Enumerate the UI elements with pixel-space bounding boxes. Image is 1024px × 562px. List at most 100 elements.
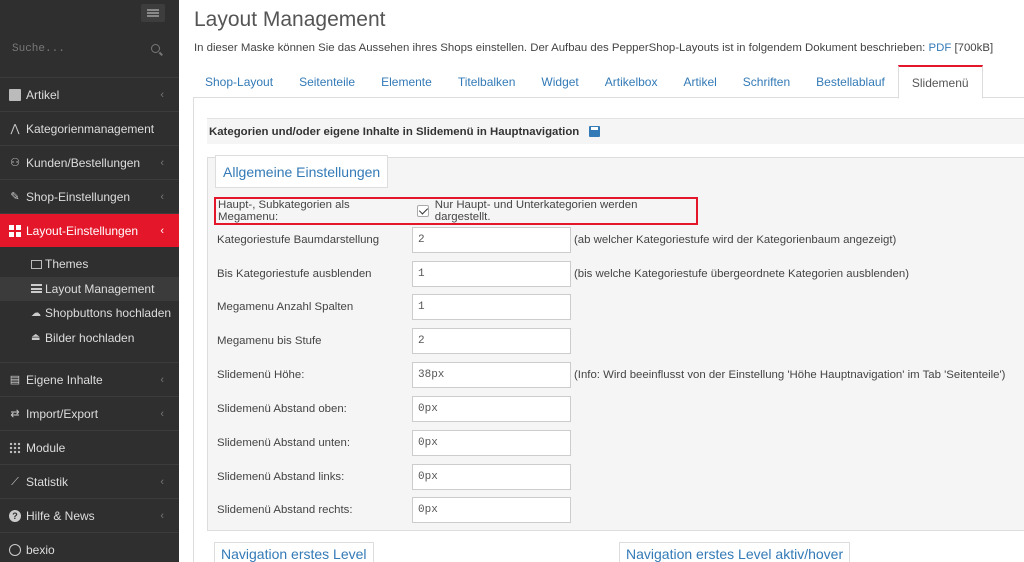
sidebar-item-hilfe[interactable]: ? Hilfe & News ‹: [0, 498, 179, 532]
fieldset-legend-navigation-level1: Navigation erstes Level: [214, 542, 374, 562]
sidebar-item-label: Module: [26, 440, 66, 455]
chevron-left-icon: ‹: [160, 408, 164, 420]
tab-schriften[interactable]: Schriften: [730, 65, 803, 98]
users-icon: ⚇: [10, 156, 20, 169]
sidebar-item-statistik[interactable]: ⟋ Statistik ‹: [0, 464, 179, 498]
sidebar-item-layout-einstellungen[interactable]: Layout-Einstellungen ‹: [0, 213, 179, 247]
sidebar-subitem-label: Themes: [45, 257, 89, 272]
chevron-left-icon: ‹: [160, 510, 164, 522]
fieldset-legend: Allgemeine Einstellungen: [215, 155, 389, 188]
field-label: Slidemenü Abstand oben:: [217, 403, 347, 415]
field-label: Megamenu bis Stufe: [217, 335, 322, 347]
section-header: Kategorien und/oder eigene Inhalte in Sl…: [207, 118, 1024, 144]
tab-bar: Shop-Layout Seitenteile Elemente Titelba…: [193, 65, 1024, 99]
list-icon: [31, 284, 42, 294]
fieldset-legend-navigation-level1-active: Navigation erstes Level aktiv/hover: [619, 542, 851, 562]
chevron-left-icon: ‹: [160, 476, 164, 488]
abstand-links-input[interactable]: [412, 464, 571, 490]
circle-icon: [9, 543, 21, 556]
field-hint: (Info: Wird beeinflusst von der Einstell…: [574, 369, 1006, 381]
slidemenu-hoehe-input[interactable]: [412, 362, 571, 388]
field-row: Megamenu bis Stufe: [217, 328, 571, 354]
field-row: Slidemenü Abstand links:: [217, 464, 571, 490]
tab-shop-layout[interactable]: Shop-Layout: [193, 65, 286, 98]
sidebar-item-eigene-inhalte[interactable]: ▤ Eigene Inhalte ‹: [0, 362, 179, 396]
search-input[interactable]: [8, 36, 170, 62]
pdf-link[interactable]: PDF: [929, 42, 952, 54]
sidebar-item-artikel[interactable]: Artikel ‹: [0, 77, 179, 111]
field-row: Megamenu Anzahl Spalten: [217, 294, 571, 320]
search-icon[interactable]: [151, 44, 160, 53]
chevron-down-icon: ‹: [160, 225, 164, 237]
intro-description: In dieser Maske können Sie das Aussehen …: [194, 42, 929, 54]
exchange-icon: ⇄: [10, 407, 20, 420]
abstand-unten-input[interactable]: [412, 430, 571, 456]
upload-icon: ⏏: [31, 332, 41, 344]
sidebar-item-import-export[interactable]: ⇄ Import/Export ‹: [0, 396, 179, 430]
sidebar-item-bexio[interactable]: bexio: [0, 532, 179, 562]
page-title: Layout Management: [194, 8, 386, 31]
abstand-rechts-input[interactable]: [412, 497, 571, 523]
sidebar-item-label: Eigene Inhalte: [26, 372, 103, 387]
sidebar-submenu: Themes Layout Management ☁ Shopbuttons h…: [0, 247, 179, 362]
field-label: Slidemenü Abstand unten:: [217, 437, 350, 449]
wrench-icon: ✎: [10, 190, 20, 203]
sidebar-item-label: Hilfe & News: [26, 508, 95, 523]
megamenu-spalten-input[interactable]: [412, 294, 571, 320]
abstand-oben-input[interactable]: [412, 396, 571, 422]
field-label: Kategoriestufe Baumdarstellung: [217, 234, 380, 246]
field-row: Kategoriestufe Baumdarstellung (ab welch…: [217, 227, 896, 253]
sidebar-search: [8, 36, 170, 62]
field-label: Bis Kategoriestufe ausblenden: [217, 268, 372, 280]
sidebar-top: [0, 0, 179, 27]
image-icon: [31, 259, 42, 269]
sidebar-item-kategorienmanagement[interactable]: ⋀ Kategorienmanagement: [0, 111, 179, 145]
cloud-icon: ☁: [31, 307, 41, 319]
sidebar-item-label: Layout-Einstellungen: [26, 223, 139, 238]
field-row: Slidemenü Abstand oben:: [217, 396, 571, 422]
tab-widget[interactable]: Widget: [528, 65, 591, 98]
intro-text: In dieser Maske können Sie das Aussehen …: [194, 42, 993, 54]
section-title: Kategorien und/oder eigene Inhalte in Sl…: [209, 125, 580, 138]
sidebar-subitem-shopbuttons[interactable]: ☁ Shopbuttons hochladen: [0, 301, 179, 326]
tab-bestellablauf[interactable]: Bestellablauf: [803, 65, 898, 98]
sidebar-item-kunden[interactable]: ⚇ Kunden/Bestellungen ‹: [0, 145, 179, 179]
help-icon: ?: [9, 509, 21, 522]
tab-seitenteile[interactable]: Seitenteile: [286, 65, 368, 98]
hamburger-menu-icon[interactable]: [141, 4, 165, 22]
field-hint: (bis welche Kategoriestufe übergeordnete…: [574, 268, 909, 280]
sidebar-item-label: Statistik: [26, 474, 69, 489]
sidebar-subitem-themes[interactable]: Themes: [0, 252, 179, 277]
field-label: Slidemenü Abstand links:: [217, 471, 345, 483]
main-content: Layout Management In dieser Maske können…: [179, 0, 1024, 562]
tab-artikelbox[interactable]: Artikelbox: [592, 65, 671, 98]
sidebar-item-label: Kunden/Bestellungen: [26, 155, 141, 170]
tab-titelbalken[interactable]: Titelbalken: [445, 65, 529, 98]
grid-icon: [9, 224, 21, 237]
field-row: Bis Kategoriestufe ausblenden (bis welch…: [217, 261, 909, 287]
field-label: Megamenu Anzahl Spalten: [217, 301, 354, 313]
megamenu-stufe-input[interactable]: [412, 328, 571, 354]
field-row: Slidemenü Abstand rechts:: [217, 497, 571, 523]
tab-elemente[interactable]: Elemente: [368, 65, 445, 98]
field-row: Slidemenü Höhe: (Info: Wird beeinflusst …: [217, 362, 1005, 388]
sidebar-item-label: Shop-Einstellungen: [26, 189, 131, 204]
megamenu-checkbox-label: Nur Haupt- und Unterkategorien werden da…: [434, 199, 638, 223]
file-icon: ▤: [9, 373, 21, 386]
sidebar-subitem-bilder[interactable]: ⏏ Bilder hochladen: [0, 326, 179, 351]
save-icon[interactable]: [589, 126, 601, 137]
general-settings-fieldset: Allgemeine Einstellungen Haupt-, Subkate…: [207, 155, 1024, 531]
tab-slidemenu[interactable]: Slidemenü: [897, 65, 983, 99]
box-icon: [9, 88, 21, 101]
tab-artikel[interactable]: Artikel: [670, 65, 729, 98]
megamenu-checkbox[interactable]: [416, 205, 429, 217]
chevron-left-icon: ‹: [160, 157, 164, 169]
kategoriestufe-ausblenden-input[interactable]: [412, 261, 571, 287]
tab-panel: Kategorien und/oder eigene Inhalte in Sl…: [193, 97, 1024, 562]
sidebar-item-module[interactable]: Module: [0, 430, 179, 464]
sidebar-item-shop-einstellungen[interactable]: ✎ Shop-Einstellungen ‹: [0, 179, 179, 213]
sidebar-item-label: Import/Export: [26, 406, 99, 421]
sidebar-subitem-layout-management[interactable]: Layout Management: [0, 276, 179, 301]
tree-icon: ⋀: [10, 122, 20, 135]
kategoriestufe-baum-input[interactable]: [412, 227, 571, 253]
